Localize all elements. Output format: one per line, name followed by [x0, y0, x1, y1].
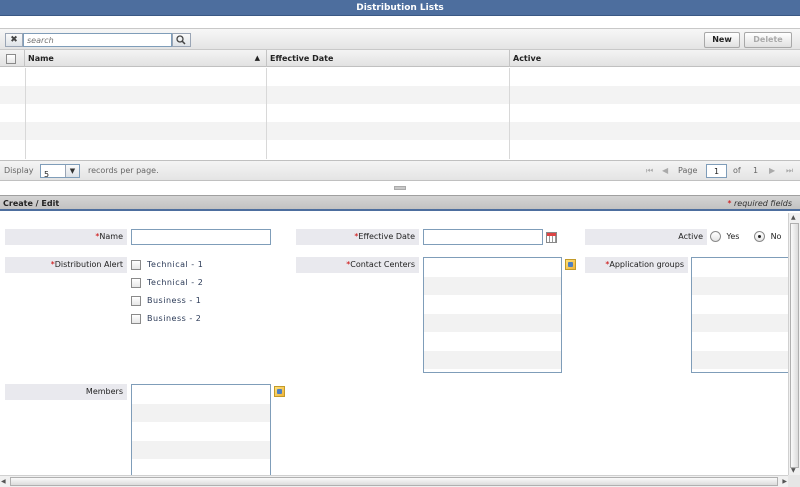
active-label: Active: [585, 229, 707, 245]
records-per-page-select[interactable]: 5 ▼: [40, 164, 80, 179]
table-row[interactable]: [0, 122, 800, 140]
vertical-scroll-thumb[interactable]: [790, 223, 799, 468]
select-all-cell: [0, 50, 25, 67]
last-page-icon[interactable]: ⏭: [786, 167, 794, 175]
column-header-name[interactable]: Name ▲: [25, 50, 267, 67]
distribution-alert-option[interactable]: Technical - 1: [131, 259, 203, 273]
page-label: Page: [678, 166, 698, 175]
contact-centers-list[interactable]: [423, 257, 562, 373]
total-pages: 1: [753, 166, 759, 175]
table-row[interactable]: [0, 68, 800, 86]
scroll-down-icon[interactable]: ▼: [791, 467, 796, 474]
required-fields-note: * required fields: [727, 199, 792, 208]
section-title: Create / Edit: [3, 199, 60, 208]
effective-date-input[interactable]: [423, 229, 543, 245]
members-label: Members: [5, 384, 127, 400]
scroll-left-icon[interactable]: ◀: [1, 478, 6, 485]
splitter-grip-icon[interactable]: [394, 186, 406, 190]
column-header-effective-date-label: Effective Date: [270, 54, 334, 63]
distribution-alert-checkbox[interactable]: [131, 259, 141, 270]
column-header-effective-date[interactable]: Effective Date: [267, 50, 510, 67]
select-all-checkbox[interactable]: [6, 53, 16, 64]
page-number-input[interactable]: [706, 164, 727, 178]
scroll-right-icon[interactable]: ▶: [782, 478, 787, 485]
clear-search-button[interactable]: ✖: [5, 33, 23, 47]
search-input[interactable]: [23, 33, 172, 47]
search-icon: [176, 35, 186, 45]
contact-centers-label: *Contact Centers: [296, 257, 419, 273]
name-label: *Name: [5, 229, 127, 245]
grid-body: [0, 68, 800, 159]
column-divider: [266, 68, 267, 159]
delete-button[interactable]: Delete: [744, 32, 792, 48]
distribution-alert-checkbox[interactable]: [131, 277, 141, 288]
distribution-alert-checkbox[interactable]: [131, 313, 141, 324]
form-horizontal-scrollbar[interactable]: ◀ ▶: [0, 475, 788, 487]
application-groups-list[interactable]: [691, 257, 788, 373]
members-picker-icon[interactable]: [274, 386, 285, 397]
create-edit-header: Create / Edit * required fields: [0, 195, 800, 211]
column-header-active-label: Active: [513, 54, 542, 63]
active-radio-group: Yes No: [710, 231, 781, 243]
panel-splitter[interactable]: [0, 182, 800, 194]
records-per-page-label: records per page.: [88, 166, 159, 175]
next-page-icon[interactable]: ▶: [769, 167, 777, 175]
create-edit-form: *Name *Effective Date Active Yes No *Dis…: [0, 213, 788, 475]
grid-toolbar: ✖ New Delete: [0, 28, 800, 50]
application-groups-label: *Application groups: [585, 257, 688, 273]
window-title: Distribution Lists: [356, 3, 444, 13]
distribution-alert-label: *Distribution Alert: [5, 257, 127, 273]
first-page-icon[interactable]: ⏮: [646, 167, 654, 175]
sort-ascending-icon: ▲: [254, 54, 260, 62]
grid-header: Name ▲ Effective Date Active: [0, 50, 800, 67]
column-header-active[interactable]: Active: [510, 50, 800, 67]
new-button[interactable]: New: [704, 32, 740, 48]
distribution-alert-option[interactable]: Business - 1: [131, 295, 201, 309]
active-no-label: No: [770, 232, 782, 241]
chevron-down-icon: ▼: [65, 165, 79, 177]
column-divider: [25, 68, 26, 159]
display-label: Display: [4, 166, 34, 175]
table-row[interactable]: [0, 140, 800, 158]
of-label: of: [733, 166, 741, 175]
search-button[interactable]: [172, 33, 191, 47]
distribution-alert-option[interactable]: Technical - 2: [131, 277, 203, 291]
column-header-name-label: Name: [28, 54, 54, 63]
active-no-radio[interactable]: [754, 231, 766, 242]
pager-bar: Display 5 ▼ records per page. ⏮ ◀ Page o…: [0, 160, 800, 181]
horizontal-scroll-thumb[interactable]: [10, 477, 778, 486]
effective-date-label: *Effective Date: [296, 229, 419, 245]
active-yes-radio[interactable]: [710, 231, 721, 242]
active-yes-label: Yes: [726, 232, 740, 241]
scroll-up-icon[interactable]: ▲: [791, 214, 796, 221]
contact-centers-picker-icon[interactable]: [565, 259, 576, 270]
form-vertical-scrollbar[interactable]: ▲ ▼: [788, 213, 800, 475]
scrollbar-corner: [788, 475, 800, 487]
members-list[interactable]: [131, 384, 271, 475]
distribution-alert-option[interactable]: Business - 2: [131, 313, 201, 327]
table-row[interactable]: [0, 86, 800, 104]
previous-page-icon[interactable]: ◀: [662, 167, 670, 175]
column-divider: [509, 68, 510, 159]
window-title-bar: Distribution Lists: [0, 0, 800, 16]
calendar-icon[interactable]: [546, 232, 557, 243]
distribution-alert-checkbox[interactable]: [131, 295, 141, 306]
table-row[interactable]: [0, 104, 800, 122]
name-input[interactable]: [131, 229, 271, 245]
